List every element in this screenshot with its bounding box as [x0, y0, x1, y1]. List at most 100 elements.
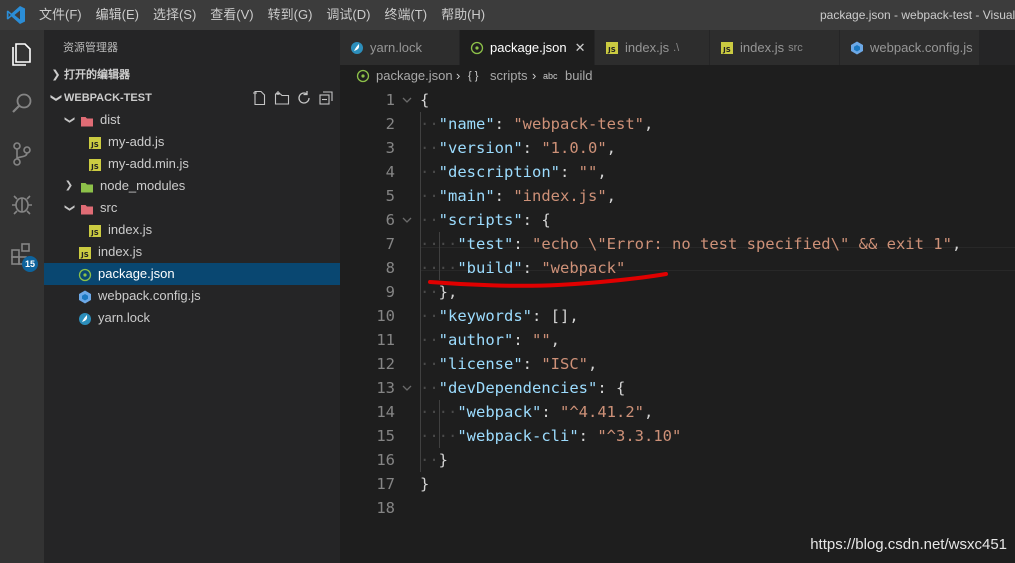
- tree-file[interactable]: webpack.config.js: [44, 285, 340, 307]
- webpack-icon: [850, 41, 864, 55]
- code-token: ,: [644, 403, 654, 421]
- tab-label: package.json: [490, 40, 567, 55]
- tree-file[interactable]: JS my-add.min.js: [44, 153, 340, 175]
- tree-file[interactable]: JS index.js: [44, 219, 340, 241]
- tree-file[interactable]: package.json: [44, 263, 340, 285]
- json-icon: [470, 41, 484, 55]
- menu-item[interactable]: 查看(V): [203, 0, 260, 30]
- open-editors-label: 打开的编辑器: [64, 69, 130, 81]
- editor-tab[interactable]: JS index.js .\: [595, 30, 710, 65]
- line-number: 8: [385, 259, 395, 277]
- svg-text:JS: JS: [722, 46, 731, 54]
- breadcrumb-file[interactable]: package.json: [376, 65, 453, 87]
- editor-tab[interactable]: yarn.lock: [340, 30, 460, 65]
- breadcrumb-build[interactable]: build: [565, 65, 592, 87]
- code-token: "devDependencies": [438, 379, 598, 397]
- tree-item-label: src: [100, 200, 118, 215]
- new-folder-icon[interactable]: [274, 90, 290, 106]
- code-line: ··"author": "",: [420, 331, 561, 349]
- line-number: 11: [376, 331, 395, 349]
- code-token: :: [560, 163, 579, 181]
- fold-chevron-icon[interactable]: [400, 208, 414, 232]
- menu-item[interactable]: 转到(G): [261, 0, 320, 30]
- files-icon[interactable]: [6, 38, 38, 70]
- explorer-actions: [252, 87, 334, 106]
- tree-folder[interactable]: ❯ node_modules: [44, 175, 340, 197]
- refresh-icon[interactable]: [296, 90, 312, 106]
- object-symbol-icon: { }: [468, 70, 479, 82]
- code-token: "ISC": [541, 355, 589, 373]
- project-section[interactable]: ❯ WEBPACK-TEST: [44, 87, 340, 109]
- editor-tab[interactable]: webpack.config.js: [840, 30, 980, 65]
- svg-text:JS: JS: [90, 141, 99, 149]
- line-number: 13: [376, 379, 395, 397]
- line-number: 2: [385, 115, 395, 133]
- menu-item[interactable]: 帮助(H): [434, 0, 492, 30]
- tab-label: index.js: [625, 40, 670, 55]
- open-editors-section[interactable]: ❯ 打开的编辑器: [44, 64, 340, 86]
- tab-label: index.js: [740, 40, 785, 55]
- line-number: 15: [376, 427, 395, 445]
- menu-item[interactable]: 文件(F): [32, 0, 89, 30]
- tree-folder[interactable]: ❯ src: [44, 197, 340, 219]
- close-icon[interactable]: ✕: [575, 40, 586, 56]
- yarn-file-icon: [78, 311, 92, 325]
- tab-label: yarn.lock: [370, 40, 423, 55]
- explorer-sidebar: 资源管理器 ❯ 打开的编辑器 ❯ WEBPACK-TEST ❯ dist JS my-…: [44, 30, 340, 563]
- code-token: "webpack": [457, 403, 542, 421]
- code-token: :: [513, 331, 532, 349]
- fold-chevron-icon[interactable]: [400, 376, 414, 400]
- debug-icon[interactable]: [6, 188, 38, 220]
- fold-chevron-icon[interactable]: [400, 88, 414, 112]
- tree-folder[interactable]: ❯ dist: [44, 109, 340, 131]
- tree-item-label: dist: [100, 112, 121, 127]
- line-number: 1: [385, 91, 395, 109]
- line-number: 5: [385, 187, 395, 205]
- code-token: :: [522, 355, 542, 373]
- source-control-icon[interactable]: [6, 138, 38, 170]
- folder-icon: [80, 113, 94, 127]
- search-icon[interactable]: [6, 88, 38, 120]
- menu-item[interactable]: 终端(T): [377, 0, 434, 30]
- code-token: {: [420, 91, 430, 109]
- tree-item-label: node_modules: [100, 178, 186, 193]
- menu-item[interactable]: 选择(S): [146, 0, 203, 30]
- code-token: "main": [438, 187, 495, 205]
- code-line: ····"webpack-cli": "^3.3.10": [420, 427, 682, 445]
- tree-file[interactable]: yarn.lock: [44, 307, 340, 329]
- new-file-icon[interactable]: [252, 90, 268, 106]
- vscode-logo-icon: [6, 6, 26, 24]
- editor-tab[interactable]: package.json ✕: [460, 30, 595, 65]
- code-editor[interactable]: 1 {2 ··"name": "webpack-test", 3 ··"version"…: [340, 87, 1015, 563]
- indent-guide: [420, 112, 421, 472]
- code-line: ··"version": "1.0.0",: [420, 139, 617, 157]
- code-token: "version": [438, 139, 523, 157]
- tree-item-label: index.js: [98, 244, 143, 259]
- yarn-icon: [350, 41, 364, 55]
- menu-item[interactable]: 编辑(E): [89, 0, 146, 30]
- window-title: package.json - webpack-test - Visual Stu…: [820, 8, 1015, 22]
- tab-description: src: [788, 41, 803, 54]
- chevron-down-icon: ❯: [64, 115, 75, 125]
- breadcrumb-scripts[interactable]: scripts: [490, 65, 528, 87]
- chevron-right-icon: ❯: [64, 180, 74, 191]
- code-token: :: [578, 427, 598, 445]
- line-number: 12: [376, 355, 395, 373]
- tree-item-label: my-add.js: [108, 134, 165, 149]
- string-symbol-icon: abc: [543, 71, 558, 81]
- editor-tab[interactable]: JS index.js src: [710, 30, 840, 65]
- tree-file[interactable]: JS my-add.js: [44, 131, 340, 153]
- title-bar: 文件(F) 编辑(E) 选择(S) 查看(V) 转到(G) 调试(D) 终端(T) 帮助(H)…: [0, 0, 1015, 30]
- tree-item-label: webpack.config.js: [98, 288, 201, 303]
- code-line: ····"webpack": "^4.41.2",: [420, 403, 654, 421]
- watermark: https://blog.csdn.net/wsxc451: [810, 536, 1007, 553]
- menu-item[interactable]: 调试(D): [319, 0, 377, 30]
- tree-file[interactable]: JS index.js: [44, 241, 340, 263]
- code-token: :: [541, 403, 561, 421]
- svg-text:JS: JS: [90, 229, 99, 237]
- code-token: "author": [438, 331, 514, 349]
- menu-bar: 文件(F) 编辑(E) 选择(S) 查看(V) 转到(G) 调试(D) 终端(T) 帮助(H): [32, 0, 492, 30]
- code-token: }: [438, 451, 449, 469]
- code-token: "scripts": [438, 211, 523, 229]
- collapse-all-icon[interactable]: [318, 90, 334, 106]
